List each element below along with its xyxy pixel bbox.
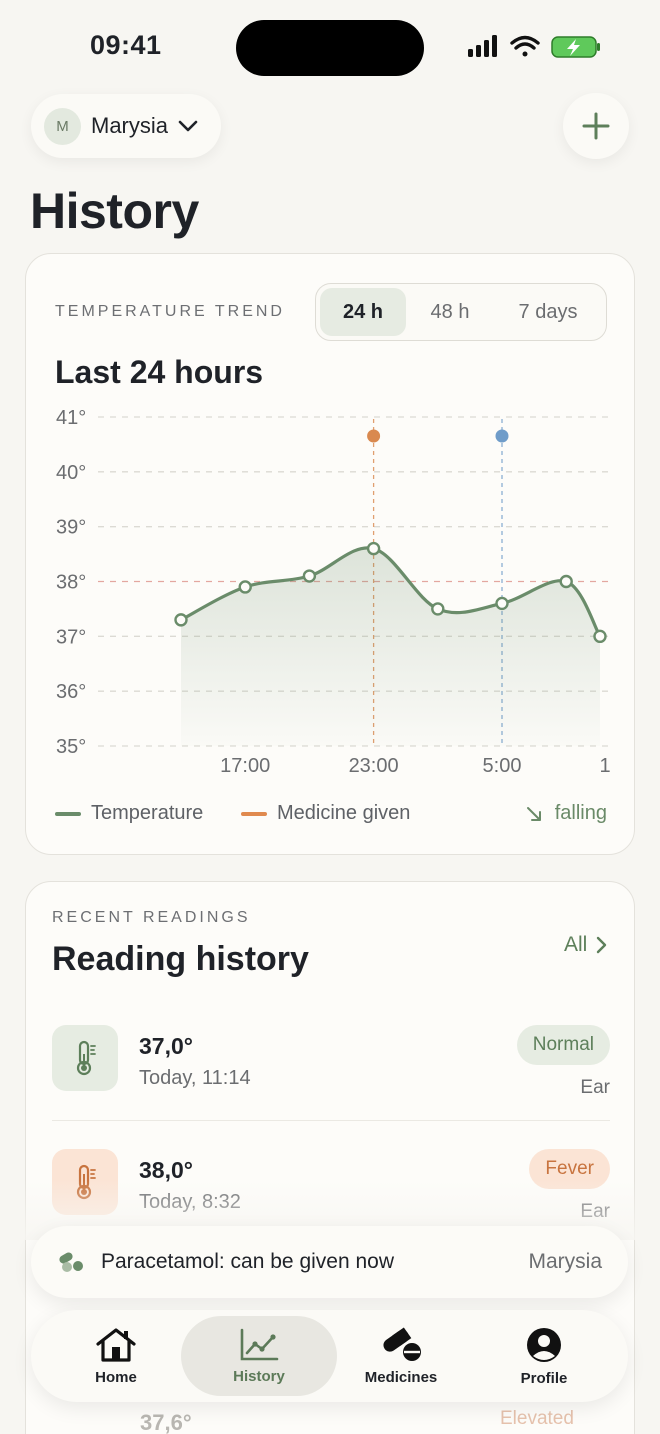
y-tick-label: 40° — [56, 462, 86, 484]
chart-icon — [240, 1328, 279, 1360]
temperature-point — [559, 574, 573, 589]
temperature-point — [495, 596, 509, 611]
tab-medicines-label: Medicines — [364, 1368, 438, 1386]
tab-home-label: Home — [95, 1368, 137, 1386]
temperature-chart: 41° 40° 39° 38° 37° 36° 35° 17:00 23:00 5:00 1 — [56, 407, 611, 777]
legend-medicine: Medicine given — [241, 802, 410, 825]
pills-icon — [59, 1252, 83, 1272]
legend-medicine-label: Medicine given — [277, 802, 411, 824]
tab-history-label: History — [233, 1367, 285, 1385]
temperature-point — [238, 580, 252, 594]
tab-profile-label: Profile — [520, 1369, 568, 1387]
chart-legend: Temperature Medicine given falling — [55, 802, 607, 826]
signal-icon — [468, 35, 497, 57]
y-tick-label: 41° — [56, 407, 86, 429]
thermometer-icon — [52, 1025, 118, 1091]
thermometer-icon — [52, 1149, 118, 1215]
medicine-toast[interactable]: Paracetamol: can be given now Marysia — [31, 1226, 628, 1298]
plus-icon — [582, 112, 610, 140]
profile-switcher[interactable]: M Marysia — [31, 94, 221, 158]
legend-temperature-swatch — [55, 811, 81, 816]
readings-eyebrow: RECENT READINGS — [52, 909, 251, 926]
dynamic-island — [236, 20, 424, 76]
temperature-point — [593, 629, 607, 644]
y-tick-label: 39° — [56, 517, 86, 539]
toast-person: Marysia — [528, 1250, 602, 1273]
x-tick-label: 5:00 — [483, 755, 522, 777]
chevron-right-icon — [597, 936, 607, 954]
reading-value: 37,0° — [139, 1033, 193, 1059]
page-title: History — [30, 183, 199, 239]
status-icons — [468, 35, 600, 58]
home-icon — [96, 1327, 136, 1362]
status-badge: Normal — [516, 1025, 610, 1065]
x-tick-label: 23:00 — [349, 755, 399, 777]
tab-history[interactable]: History — [181, 1316, 337, 1396]
reading-time: Today, 11:14 — [139, 1067, 251, 1089]
trend-label: falling — [554, 802, 607, 824]
row-divider — [52, 1120, 610, 1121]
medicine-marker-dot — [495, 429, 509, 443]
arrow-down-right-icon — [526, 806, 541, 821]
peek-status-badge: Elevated — [500, 1408, 574, 1429]
y-tick-label: 38° — [56, 572, 86, 594]
tab-bar: Home History Medicines Profile — [31, 1310, 628, 1402]
y-tick-label: 36° — [56, 681, 86, 703]
pills-icon — [383, 1326, 421, 1361]
status-time: 09:41 — [90, 30, 162, 60]
reading-time: Today, 8:32 — [139, 1191, 241, 1213]
tab-home[interactable]: Home — [38, 1316, 194, 1396]
x-tick-label: 1 — [599, 755, 610, 777]
temperature-area — [181, 547, 600, 746]
reading-method: Ear — [580, 1077, 610, 1098]
medicine-marker-dot — [367, 429, 381, 443]
profile-name: Marysia — [91, 113, 169, 138]
temperature-point — [431, 602, 445, 616]
readings-title: Reading history — [52, 940, 309, 978]
reading-row[interactable]: 37,0° Today, 11:14 Normal Ear — [52, 1025, 610, 1115]
legend-temperature-label: Temperature — [91, 802, 204, 824]
all-readings-link[interactable]: All — [564, 933, 609, 957]
avatar: M — [44, 107, 81, 145]
peek-reading-value: 37,6° — [140, 1410, 192, 1434]
toast-text: Paracetamol: can be given now — [101, 1250, 395, 1273]
add-reading-button[interactable] — [563, 93, 629, 159]
reading-value: 38,0° — [139, 1157, 193, 1183]
temperature-point — [302, 569, 317, 583]
temperature-trend-card: TEMPERATURE TREND 24 h 48 h 7 days Last … — [25, 253, 635, 855]
all-readings-label: All — [564, 933, 588, 956]
tab-profile[interactable]: Profile — [466, 1316, 622, 1396]
battery-icon — [551, 36, 600, 58]
legend-medicine-swatch — [241, 811, 267, 816]
reading-method: Ear — [580, 1201, 610, 1222]
wifi-icon — [510, 35, 540, 57]
y-tick-label: 37° — [56, 626, 86, 648]
tab-medicines[interactable]: Medicines — [323, 1316, 479, 1396]
profile-icon — [527, 1327, 561, 1362]
x-tick-label: 17:00 — [220, 755, 270, 777]
y-tick-label: 35° — [56, 736, 86, 758]
temperature-point — [366, 541, 381, 556]
chevron-down-icon — [178, 120, 198, 132]
legend-temperature: Temperature — [55, 802, 203, 825]
temperature-point — [174, 613, 188, 627]
status-badge: Fever — [529, 1149, 610, 1189]
trend-indicator: falling — [525, 802, 607, 825]
